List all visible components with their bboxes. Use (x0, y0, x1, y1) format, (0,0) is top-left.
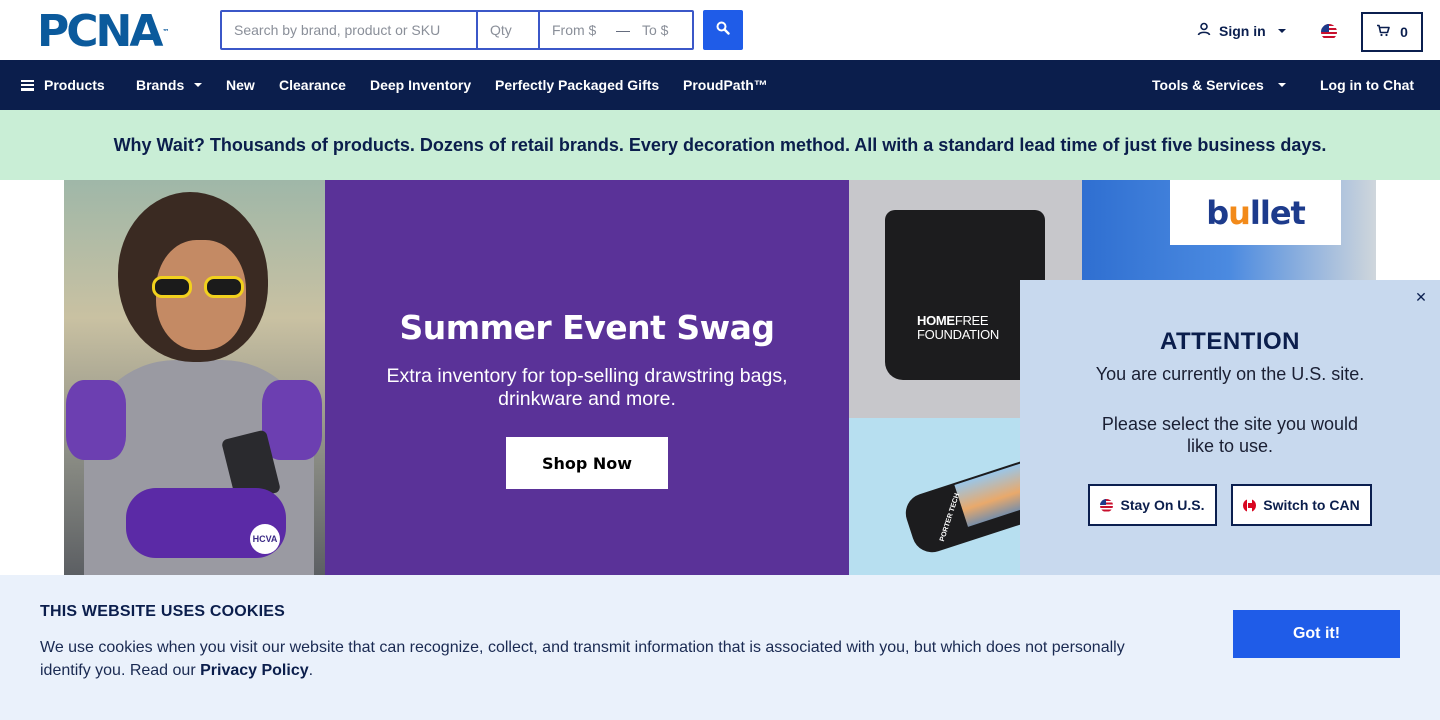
nav-products[interactable]: Products (21, 60, 105, 110)
sign-in-label: Sign in (1219, 22, 1266, 39)
main-nav: Products Brands New Clearance Deep Inven… (0, 60, 1440, 110)
nav-products-label: Products (44, 77, 105, 93)
nav-tools-label: Tools & Services (1152, 77, 1264, 93)
cookie-end: . (308, 662, 314, 679)
search-button[interactable] (703, 10, 743, 50)
pack-badge: HCVA (250, 524, 280, 554)
bullet-logo-rest: llet (1249, 193, 1306, 232)
price-to-input[interactable] (630, 12, 692, 48)
bag-label: HOMEFREE FOUNDATION (917, 314, 999, 342)
nav-gifts-label: Perfectly Packaged Gifts (495, 77, 660, 93)
nav-brands-label: Brands (136, 77, 185, 93)
nav-chat-label: Log in to Chat (1320, 77, 1415, 93)
logo-text: PCNA (37, 6, 163, 57)
bag-label-bold: HOME (917, 313, 955, 328)
accept-cookies-button[interactable]: Got it! (1233, 610, 1400, 658)
switch-to-can-button[interactable]: Switch to CAN (1231, 484, 1372, 526)
attention-current-site: You are currently on the U.S. site. (1095, 364, 1365, 384)
photo-sleeve-right (262, 380, 322, 460)
user-icon (1197, 22, 1211, 39)
us-flag-icon (1100, 498, 1114, 512)
nav-clearance-label: Clearance (279, 77, 346, 93)
nav-brands[interactable]: Brands (136, 60, 203, 110)
hamburger-icon (21, 79, 34, 91)
nav-proudpath[interactable]: ProudPath™ (683, 60, 768, 110)
promo-banner: Why Wait? Thousands of products. Dozens … (0, 110, 1440, 180)
canada-flag-icon (1243, 498, 1257, 512)
hero-model-photo: HCVA (64, 180, 325, 575)
nav-proudpath-label: ProudPath™ (683, 77, 768, 93)
nav-new[interactable]: New (226, 60, 255, 110)
switch-to-can-label: Switch to CAN (1263, 497, 1360, 513)
bag-label-light: FREE (954, 313, 989, 328)
sign-in-menu[interactable]: Sign in (1197, 22, 1286, 39)
close-icon[interactable]: ✕ (1412, 288, 1430, 306)
nav-tools-services[interactable]: Tools & Services (1152, 60, 1286, 110)
cookie-title: THIS WEBSITE USES COOKIES (40, 603, 286, 620)
caret-down-icon (194, 83, 203, 87)
bag-label-line2: FOUNDATION (917, 327, 999, 342)
promo-text: Why Wait? Thousands of products. Dozens … (113, 134, 1327, 155)
nav-log-in-to-chat[interactable]: Log in to Chat (1320, 60, 1414, 110)
shop-now-button[interactable]: Shop Now (506, 437, 668, 489)
caret-down-icon (1277, 28, 1286, 33)
logo-trademark: ™ (162, 28, 170, 36)
hero-subtitle: Extra inventory for top-selling drawstri… (386, 365, 788, 410)
stay-on-us-button[interactable]: Stay On U.S. (1088, 484, 1217, 526)
search-bar: — (220, 10, 694, 50)
top-header: PCNA™ — Sign in 0 (0, 0, 1440, 60)
stay-on-us-label: Stay On U.S. (1120, 497, 1205, 513)
cart-button[interactable]: 0 (1361, 12, 1423, 52)
quantity-input[interactable] (478, 12, 540, 48)
photo-sleeve-left (66, 380, 126, 460)
nav-clearance[interactable]: Clearance (279, 60, 346, 110)
privacy-policy-link[interactable]: Privacy Policy (200, 662, 309, 679)
cookie-banner: THIS WEBSITE USES COOKIES We use cookies… (0, 575, 1440, 720)
attention-title: ATTENTION (1159, 328, 1301, 355)
nav-new-label: New (226, 77, 255, 93)
attention-instruction: Please select the site you would like to… (1101, 414, 1359, 456)
price-range-dash: — (616, 22, 630, 38)
cart-count: 0 (1400, 24, 1408, 40)
photo-sunglasses (148, 276, 258, 298)
caret-down-icon (1277, 83, 1286, 87)
cart-icon (1376, 24, 1390, 40)
nav-deep-inventory[interactable]: Deep Inventory (370, 60, 471, 110)
search-icon (716, 21, 730, 40)
price-from-input[interactable] (540, 12, 616, 48)
pcna-logo[interactable]: PCNA ™ (37, 10, 170, 54)
cookie-text: We use cookies when you visit our websit… (40, 636, 1150, 682)
bullet-logo: b u llet (1170, 180, 1341, 245)
nav-deep-inventory-label: Deep Inventory (370, 77, 472, 93)
nav-perfectly-packaged-gifts[interactable]: Perfectly Packaged Gifts (495, 60, 659, 110)
us-flag-icon[interactable] (1321, 24, 1337, 40)
hero-promo-panel: Summer Event Swag Extra inventory for to… (325, 180, 849, 575)
search-input[interactable] (222, 12, 478, 48)
hero-title: Summer Event Swag (399, 308, 775, 347)
bullet-logo-b: b (1206, 193, 1229, 232)
bullet-logo-u: u (1228, 193, 1251, 232)
site-selector-popup: ✕ ATTENTION You are currently on the U.S… (1020, 280, 1440, 590)
